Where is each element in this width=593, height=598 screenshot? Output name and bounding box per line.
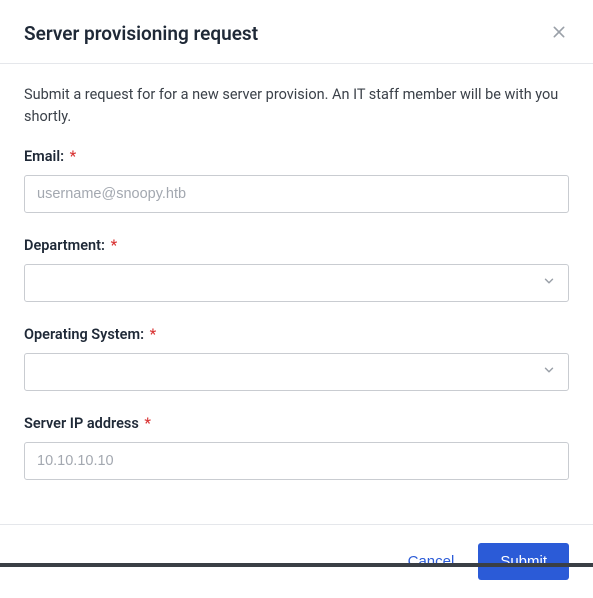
required-marker: * <box>150 326 157 343</box>
email-label: Email: * <box>24 148 569 165</box>
form-group-department: Department: * <box>24 237 569 302</box>
required-marker: * <box>144 415 151 432</box>
submit-button[interactable]: Submit <box>478 543 569 580</box>
server-ip-input[interactable] <box>24 442 569 480</box>
server-ip-label: Server IP address * <box>24 415 569 432</box>
form-group-server-ip: Server IP address * <box>24 415 569 480</box>
intro-text: Submit a request for for a new server pr… <box>24 84 569 128</box>
chevron-down-icon <box>542 273 556 292</box>
os-label-text: Operating System: <box>24 326 144 343</box>
department-label-text: Department: <box>24 237 105 254</box>
cancel-button[interactable]: Cancel <box>404 545 459 578</box>
form-group-email: Email: * <box>24 148 569 213</box>
department-label: Department: * <box>24 237 569 254</box>
email-label-text: Email: <box>24 148 64 165</box>
close-icon <box>551 24 567 44</box>
modal-footer: Cancel Submit <box>0 524 593 598</box>
close-button[interactable] <box>549 24 569 44</box>
chevron-down-icon <box>542 362 556 381</box>
bottom-bar <box>0 563 593 567</box>
email-input[interactable] <box>24 175 569 213</box>
required-marker: * <box>111 237 118 254</box>
form-group-os: Operating System: * <box>24 326 569 391</box>
modal-header: Server provisioning request <box>0 0 593 64</box>
modal: Server provisioning request Submit a req… <box>0 0 593 567</box>
os-label: Operating System: * <box>24 326 569 343</box>
server-ip-label-text: Server IP address <box>24 415 139 432</box>
modal-title: Server provisioning request <box>24 22 258 45</box>
os-select[interactable] <box>24 353 569 391</box>
modal-body: Submit a request for for a new server pr… <box>0 64 593 524</box>
department-select[interactable] <box>24 264 569 302</box>
required-marker: * <box>70 148 77 165</box>
